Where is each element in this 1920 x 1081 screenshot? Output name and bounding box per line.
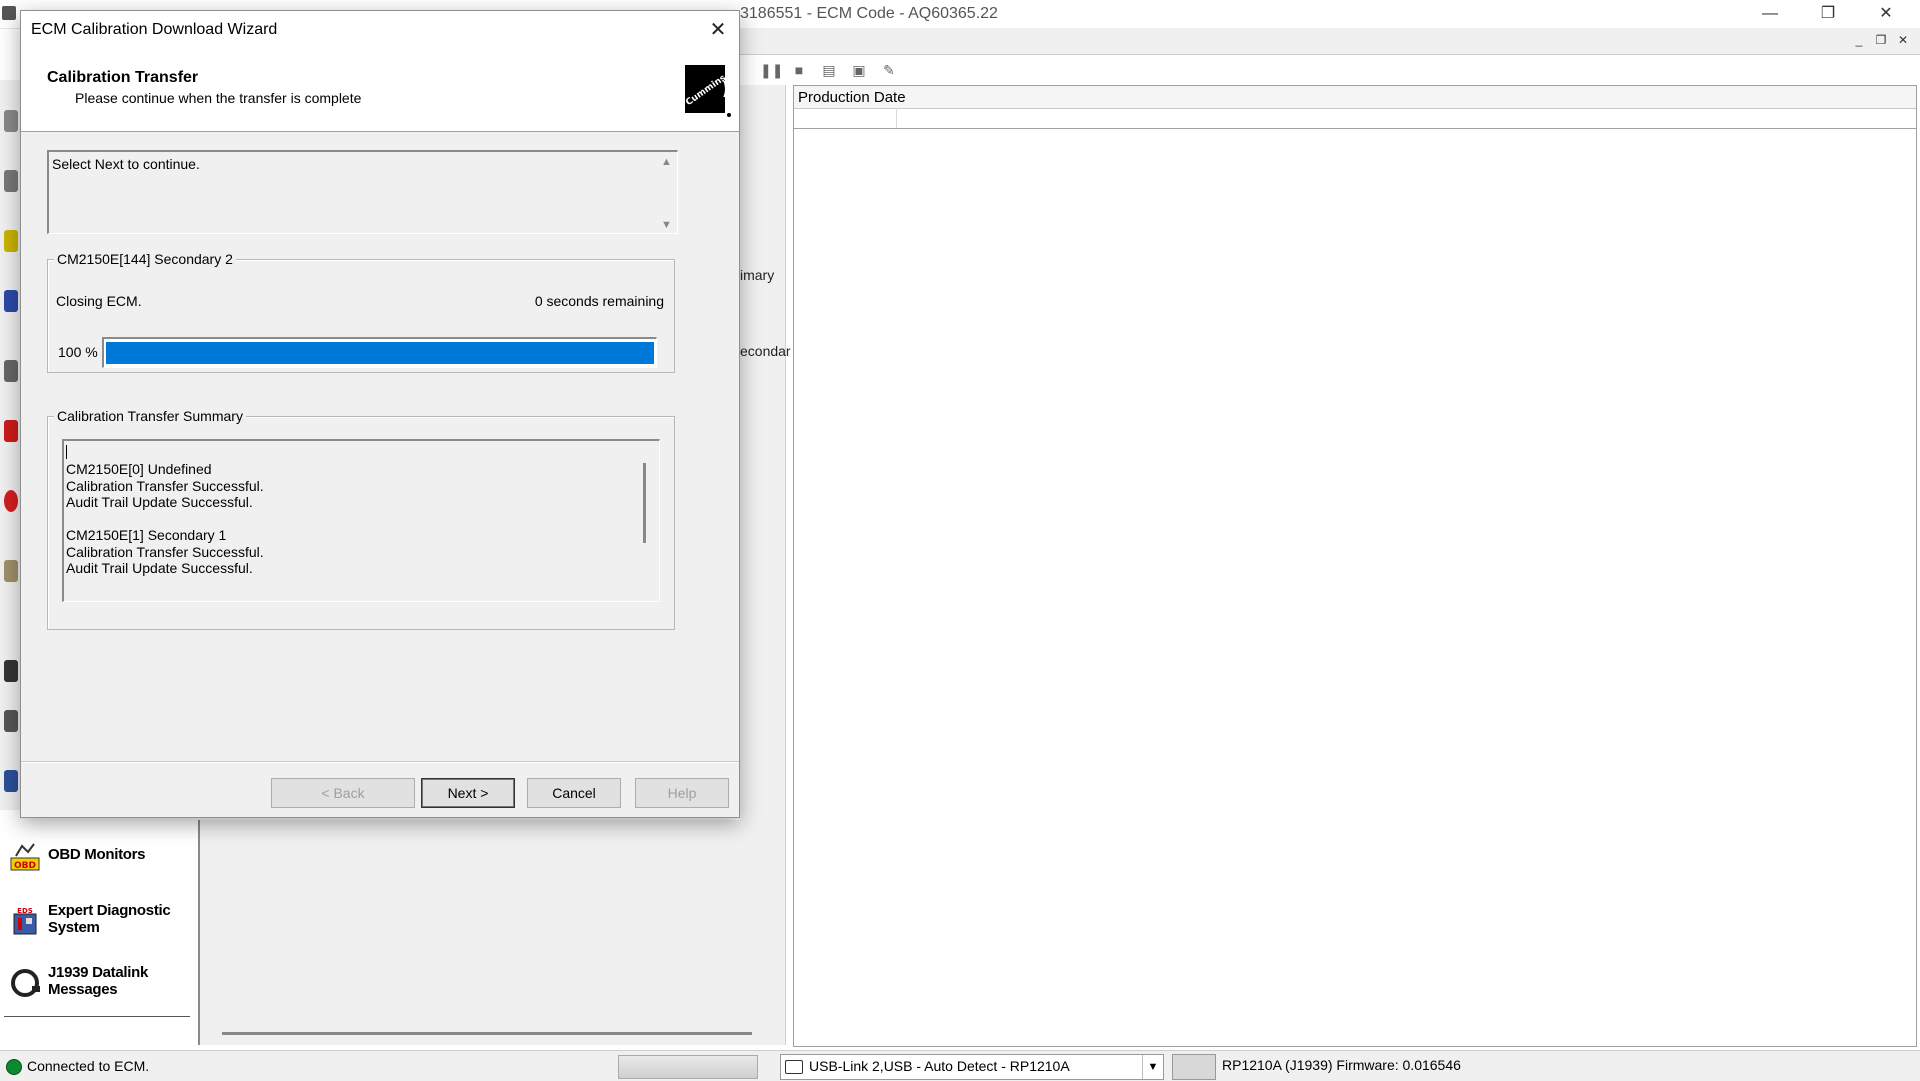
svg-text:OBD: OBD xyxy=(14,861,36,871)
progress-percent: 100 % xyxy=(58,344,98,360)
sidebar-divider xyxy=(4,1016,190,1017)
summary-line: Calibration Transfer Successful. xyxy=(66,543,264,560)
summary-scrollbar[interactable] xyxy=(635,441,657,601)
progress-bar-fill xyxy=(106,342,654,364)
tool-icon[interactable] xyxy=(4,770,18,792)
text-caret xyxy=(66,445,67,459)
cummins-logo: Cummins xyxy=(684,65,731,117)
next-button[interactable]: Next > xyxy=(421,778,515,808)
data-grid[interactable]: Production Date xyxy=(793,85,1917,1047)
footer-divider xyxy=(21,761,739,762)
scroll-down-icon[interactable]: ▼ xyxy=(661,219,672,231)
expert-diagnostic-icon: EDS xyxy=(13,907,37,935)
scrollbar-thumb[interactable] xyxy=(643,463,646,543)
progress-group-title: CM2150E[144] Secondary 2 xyxy=(54,251,236,267)
sidebar-item-label: Expert Diagnostic System xyxy=(48,902,171,936)
background-panel: imary econdar xyxy=(740,85,791,1045)
mdi-restore-button[interactable]: ❐ xyxy=(1872,31,1890,49)
main-window-title: 3186551 - ECM Code - AQ60365.22 xyxy=(740,5,998,22)
app-icon xyxy=(2,6,16,20)
progress-group: CM2150E[144] Secondary 2 Closing ECM. 0 … xyxy=(47,251,675,373)
summary-line: Calibration Transfer Successful. xyxy=(66,477,264,494)
maximize-button[interactable]: ❐ xyxy=(1810,3,1846,25)
sidebar-item-expert-diagnostic[interactable]: EDS Expert Diagnostic System xyxy=(4,898,194,948)
grid-column-separator xyxy=(896,108,897,128)
tool-icon[interactable] xyxy=(4,420,18,442)
ecm-primary-label: imary xyxy=(740,267,775,283)
minimize-button[interactable]: — xyxy=(1752,3,1788,25)
status-indicator-box xyxy=(1172,1054,1216,1080)
statusbar: Connected to ECM. USB-Link 2,USB - Auto … xyxy=(0,1050,1920,1081)
mdi-close-button[interactable]: ✕ xyxy=(1894,31,1912,49)
scroll-up-icon[interactable]: ▲ xyxy=(661,156,672,168)
left-tool-strip xyxy=(0,80,20,810)
summary-line: Audit Trail Update Successful. xyxy=(66,560,253,576)
grid-row-line xyxy=(794,128,1916,129)
notes-icon[interactable]: ✎ xyxy=(880,61,898,79)
tool-icon[interactable] xyxy=(4,560,18,582)
connection-status-icon xyxy=(6,1059,22,1075)
dialog-titlebar: ECM Calibration Download Wizard ✕ xyxy=(21,11,739,49)
firmware-text: RP1210A (J1939) Firmware: 0.016546 xyxy=(1222,1057,1461,1073)
datalink-connection-icon xyxy=(618,1055,758,1079)
status-text: Connected to ECM. xyxy=(27,1058,150,1074)
sidebar-item-label: OBD Monitors xyxy=(48,846,146,863)
tool-icon[interactable] xyxy=(4,490,18,512)
summary-lines: CM2150E[0] Undefined Calibration Transfer… xyxy=(66,461,264,577)
time-remaining: 0 seconds remaining xyxy=(534,293,664,309)
summary-textbox[interactable]: CM2150E[0] Undefined Calibration Transfer… xyxy=(62,439,660,602)
summary-line: CM2150E[0] Undefined xyxy=(66,461,212,477)
sidebar-item-obd-monitors[interactable]: OBD OBD Monitors xyxy=(4,836,194,886)
print-preview-icon[interactable]: ▣ xyxy=(850,61,868,79)
tool-icon[interactable] xyxy=(4,360,18,382)
summary-line xyxy=(66,511,264,528)
summary-line: Audit Trail Update Successful. xyxy=(66,494,253,510)
close-button[interactable]: ✕ xyxy=(1868,3,1904,25)
help-button[interactable]: Help xyxy=(635,778,729,808)
chevron-down-icon[interactable]: ▼ xyxy=(1142,1055,1163,1079)
obd-monitors-icon: OBD xyxy=(10,843,40,871)
adapter-select-value: USB-Link 2,USB - Auto Detect - RP1210A xyxy=(809,1058,1070,1074)
sidebar-item-j1939-datalink[interactable]: J1939 Datalink Messages xyxy=(4,960,194,1010)
wizard-heading: Calibration Transfer xyxy=(47,69,199,86)
summary-group-title: Calibration Transfer Summary xyxy=(54,408,246,424)
tool-icon[interactable] xyxy=(4,170,18,192)
export-icon[interactable]: ▤ xyxy=(820,61,838,79)
cancel-button[interactable]: Cancel xyxy=(527,778,621,808)
tool-icon[interactable] xyxy=(4,290,18,312)
progress-status: Closing ECM. xyxy=(56,293,142,309)
tool-icon[interactable] xyxy=(4,660,18,682)
sidebar: OBD OBD Monitors EDS Expert Diagnostic S… xyxy=(0,820,200,1045)
toolbar: ❚❚ ■ ▤ ▣ ✎ xyxy=(740,55,920,85)
summary-line: CM2150E[1] Secondary 1 xyxy=(66,527,227,543)
pause-icon[interactable]: ❚❚ xyxy=(760,61,783,79)
j1939-datalink-icon xyxy=(11,969,40,997)
close-icon: ✕ xyxy=(709,19,727,41)
summary-group: Calibration Transfer Summary CM2150E[0] … xyxy=(47,408,675,630)
adapter-select[interactable]: USB-Link 2,USB - Auto Detect - RP1210A ▼ xyxy=(780,1054,1164,1080)
dialog-close-button[interactable]: ✕ xyxy=(703,17,733,43)
back-button[interactable]: < Back xyxy=(271,778,415,808)
info-message-box[interactable]: Select Next to continue. ▲ ▼ xyxy=(47,150,678,234)
wizard-header: Calibration Transfer Please continue whe… xyxy=(21,49,739,132)
wizard-subheading: Please continue when the transfer is com… xyxy=(75,90,362,106)
ecm-secondary-label: econdar xyxy=(740,343,791,359)
progress-bar xyxy=(102,337,657,368)
info-message: Select Next to continue. xyxy=(52,156,200,172)
grid-header: Production Date xyxy=(794,86,1916,109)
sidebar-item-label: J1939 Datalink Messages xyxy=(48,964,149,998)
stop-icon[interactable]: ■ xyxy=(790,61,808,79)
tool-icon[interactable] xyxy=(4,710,18,732)
svg-text:EDS: EDS xyxy=(17,907,33,915)
center-pane xyxy=(200,820,752,1045)
usb-adapter-icon xyxy=(785,1060,803,1074)
mdi-minimize-button[interactable]: _ xyxy=(1850,31,1868,49)
column-production-date[interactable]: Production Date xyxy=(798,89,906,106)
horizontal-scrollbar[interactable] xyxy=(222,1032,752,1035)
tool-icon[interactable] xyxy=(4,230,18,252)
dialog-title: ECM Calibration Download Wizard xyxy=(31,21,278,38)
info-scrollbar[interactable]: ▲ ▼ xyxy=(657,152,677,233)
calibration-wizard-dialog: ECM Calibration Download Wizard ✕ Calibr… xyxy=(20,10,740,818)
tool-icon[interactable] xyxy=(4,110,18,132)
